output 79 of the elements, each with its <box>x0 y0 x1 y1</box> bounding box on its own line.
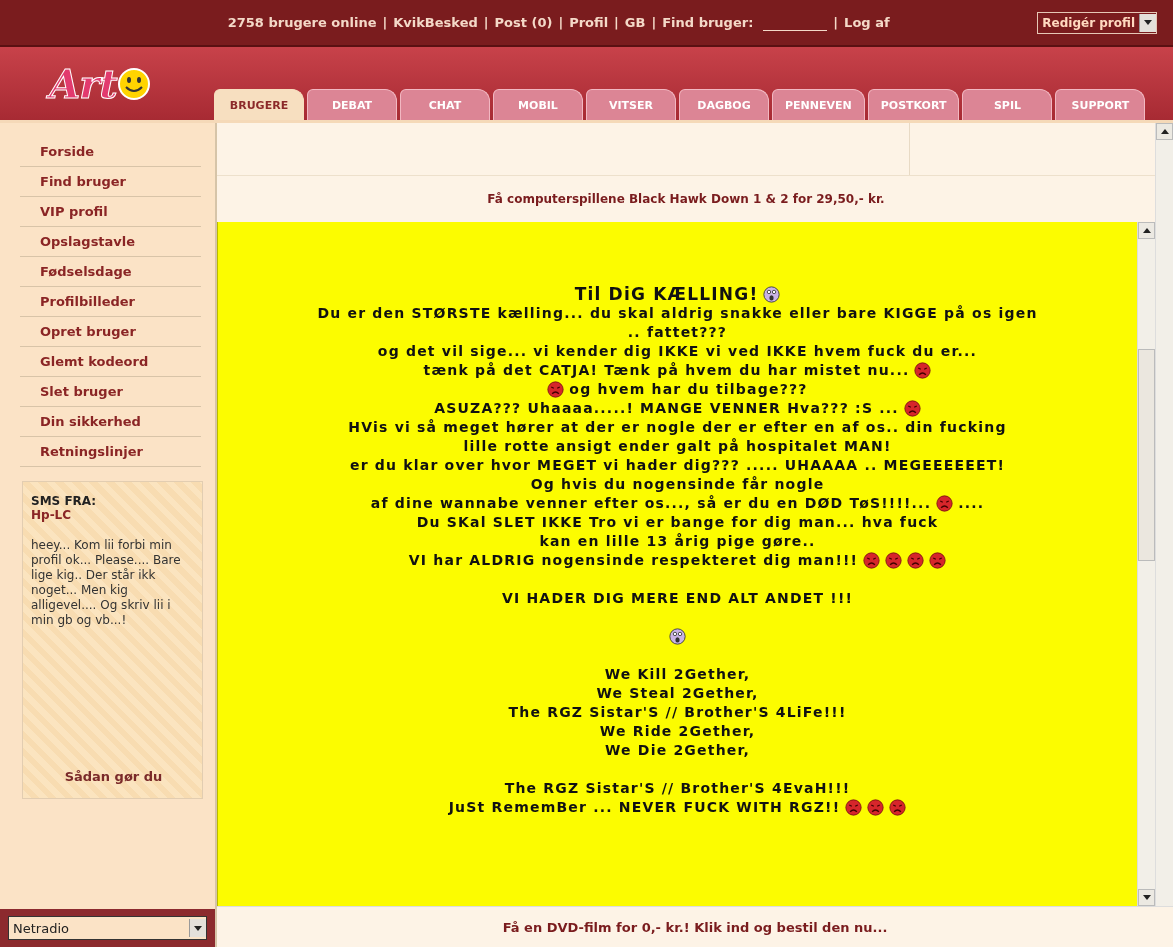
separator: | <box>483 15 489 30</box>
sidebar-link[interactable]: Forside <box>20 137 201 167</box>
separator: | <box>382 15 388 30</box>
message-text: Til DiG KÆLLING! <box>574 285 759 304</box>
message-text: lille rotte ansigt ender galt på hospitalet MAN! <box>463 437 892 456</box>
sidebar-link[interactable]: Fødselsdage <box>20 257 201 287</box>
scroll-down-arrow-icon[interactable] <box>1142 895 1151 900</box>
angry-face-icon <box>936 495 954 512</box>
scroll-down-arrow-icon[interactable] <box>1144 20 1152 25</box>
message-text: We Die 2Gether, <box>604 741 751 760</box>
scroll-up-arrow-icon[interactable] <box>1142 228 1151 233</box>
online-count: 2758 brugere online <box>227 15 377 30</box>
radio-dropdown[interactable]: Netradio <box>8 916 207 940</box>
separator: | <box>651 15 657 30</box>
nav-link[interactable]: Log af <box>844 15 890 30</box>
nav-link[interactable]: Profil <box>569 15 609 30</box>
message-text: ASUZA??? Uhaaaa.....! MANGE VENNER Hva??? :S ... <box>434 399 899 418</box>
angry-face-icon <box>889 799 907 816</box>
angry-face-icon <box>547 381 565 398</box>
message-text: Og hvis du nogensinde får nogle <box>530 475 825 494</box>
shocked-face-icon <box>669 628 686 645</box>
sidebar-link[interactable]: Retningslinjer <box>20 437 201 467</box>
separator: | <box>558 15 564 30</box>
ad-link[interactable]: Få en DVD-film for 0,- kr.! Klik ind og bestil den nu... <box>217 906 1173 947</box>
nav-tab[interactable]: BRUGERE <box>214 89 304 120</box>
sms-message: heey... Kom lii forbi min profil ok... Please.... Bare lige kig.. Der står ikk noget... Men kig alligevel.... Og skriv lii i min gb og vb...! <box>31 538 182 629</box>
scroll-down-arrow-icon[interactable] <box>194 925 202 931</box>
scrollbar[interactable] <box>1137 222 1155 906</box>
sidebar-link[interactable]: Opslagstavle <box>20 227 201 257</box>
angry-face-icon <box>863 552 881 569</box>
message-text: The RGZ Sistar'S // Brother'S 4EvaH!!! <box>504 779 851 798</box>
sidebar-link[interactable]: Slet bruger <box>20 377 201 407</box>
message-text: Du SKal SLET IKKE Tro vi er bange for dig man... hva fuck <box>416 513 939 532</box>
scroll-thumb[interactable] <box>1138 349 1155 561</box>
nav-link[interactable]: GB <box>624 15 646 30</box>
scroll-up-arrow-icon[interactable] <box>1160 129 1169 134</box>
message-text: kan en lille 13 årig pige gøre.. <box>539 532 816 551</box>
angry-face-icon <box>885 552 903 569</box>
ad-link[interactable]: Få computerspillene Black Hawk Down 1 & 2 for 29,50,- kr. <box>217 176 1155 222</box>
angry-face-icon <box>929 552 947 569</box>
angry-face-icon <box>845 799 863 816</box>
message-text: er du klar over hvor MEGET vi hader dig??? ..... UHAAAA .. MEGEEEEEET! <box>349 456 1006 475</box>
message-text: af dine wannabe venner efter os..., så er du en DØD TøS!!!!... <box>370 494 932 513</box>
how-to-link[interactable]: Sådan gør du <box>64 769 163 784</box>
sidebar-link[interactable]: Opret bruger <box>20 317 201 347</box>
message-text: og det vil sige... vi kender dig IKKE vi ved IKKE hvem fuck du er... <box>377 342 978 361</box>
message-text: .. fattet??? <box>627 323 728 342</box>
sms-sender: Hp-LC <box>31 508 73 522</box>
message-text: VI HADER DIG MERE END ALT ANDET !!! <box>501 589 854 608</box>
message-text: Du er den STØRSTE kælling... du skal aldrig snakke eller bare KIGGE på os igen <box>317 304 1038 323</box>
scrollbar[interactable] <box>1155 123 1173 906</box>
message-text: JuSt RememBer ... NEVER FUCK WITH RGZ!! <box>448 798 841 817</box>
angry-face-icon <box>907 552 925 569</box>
sidebar-link[interactable]: Din sikkerhed <box>20 407 201 437</box>
message-text: og hvem har du tilbage??? <box>569 380 808 399</box>
message-text: VI har ALDRIG nogensinde respekteret dig man!!! <box>408 551 859 570</box>
message-text: The RGZ Sistar'S // Brother'S 4LiFe!!! <box>508 703 847 722</box>
sidebar-link[interactable]: Profilbilleder <box>20 287 201 317</box>
nav-link[interactable]: KvikBesked <box>393 15 478 30</box>
angry-face-icon <box>867 799 885 816</box>
message-text: .... <box>958 494 985 513</box>
message-text: HVis vi så meget hører at der er nogle der er efter en af os.. din fucking <box>348 418 1007 437</box>
sidebar-link[interactable]: Glemt kodeord <box>20 347 201 377</box>
separator: | <box>833 15 839 30</box>
message-text: We Kill 2Gether, <box>604 665 751 684</box>
smiley-face-icon <box>116 66 151 101</box>
angry-face-icon <box>903 400 921 417</box>
separator: | <box>614 15 619 30</box>
sidebar-link[interactable]: VIP profil <box>20 197 201 227</box>
sidebar-link[interactable]: Find bruger <box>20 167 201 197</box>
find-user-label: Find bruger: <box>662 15 754 30</box>
shocked-face-icon <box>763 286 781 303</box>
message-text: We Steal 2Gether, <box>596 684 759 703</box>
nav-link[interactable]: Post (0) <box>494 15 553 30</box>
sms-heading: SMS FRA: <box>31 494 98 508</box>
profile-dropdown[interactable]: Redigér profil <box>1037 11 1157 34</box>
message-text: We Ride 2Gether, <box>599 722 756 741</box>
angry-face-icon <box>914 362 932 379</box>
message-text: tænk på det CATJA! Tænk på hvem du har mistet nu... <box>423 361 910 380</box>
